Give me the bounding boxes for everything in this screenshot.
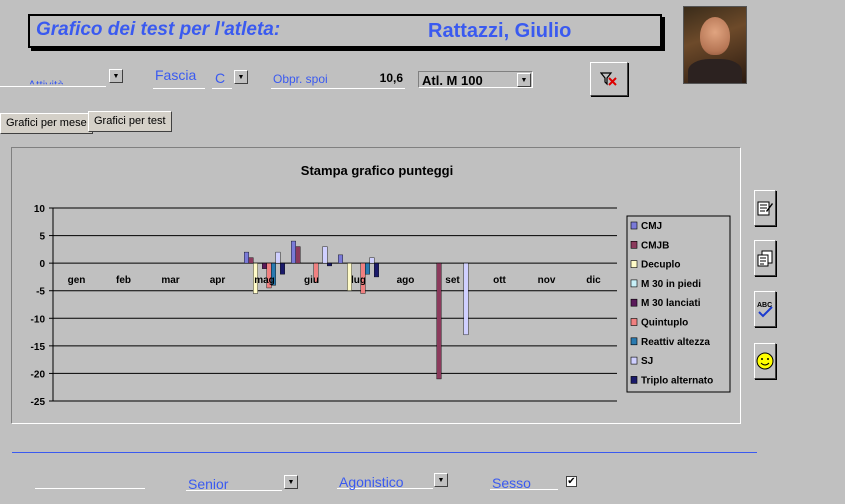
legend-label: CMJ	[641, 221, 662, 232]
spellcheck-icon: ABC	[757, 302, 773, 318]
obpr-label: Obpr. spoi	[273, 72, 328, 86]
edit-doc-icon	[757, 201, 773, 216]
legend-label: Triplo alternato	[641, 375, 713, 386]
fascia-underline	[153, 70, 205, 89]
smiley-button[interactable]	[754, 343, 776, 379]
fascia-value: C	[215, 70, 226, 86]
blank-field[interactable]	[35, 470, 145, 489]
title-box: Grafico dei test per l'atleta: Rattazzi,…	[28, 14, 662, 48]
y-tick-label: -20	[31, 369, 46, 380]
legend-label: M 30 in piedi	[641, 279, 701, 290]
agonistico-select-value: Agonistico	[339, 474, 404, 490]
copy-doc-icon	[757, 250, 773, 267]
bar	[369, 257, 375, 264]
bar	[327, 262, 332, 267]
senior-select-value: Senior	[188, 476, 229, 492]
obpr-value: 10,6	[379, 71, 403, 85]
legend-label: Reattiv altezza	[641, 337, 710, 348]
bar	[248, 257, 254, 264]
tab-grafici-per-mese[interactable]: Grafici per mese	[0, 113, 93, 134]
y-tick-label: 5	[39, 232, 45, 243]
x-tick-label: mag	[254, 275, 275, 286]
bar	[463, 262, 469, 336]
agonistico-dropdown-button[interactable]: ▼	[434, 473, 448, 487]
category-select[interactable]: Atl. M 100 ▼	[418, 71, 533, 88]
x-tick-label: gen	[68, 275, 86, 286]
x-tick-label: ago	[397, 275, 415, 286]
legend-swatch	[630, 356, 638, 365]
legend-swatch	[630, 318, 638, 326]
bar	[365, 262, 370, 275]
x-tick-label: mar	[161, 275, 179, 286]
fascia-select[interactable]: C	[212, 70, 232, 89]
clear-filter-button[interactable]	[590, 62, 628, 96]
x-tick-label: dic	[586, 275, 601, 286]
sesso-checkbox[interactable]: ✔	[566, 476, 577, 487]
legend-swatch	[630, 260, 638, 268]
activity-select[interactable]: Attività	[0, 68, 106, 87]
legend-swatch	[630, 298, 638, 307]
sesso-field: Sesso	[490, 471, 558, 491]
tab-grafici-per-test[interactable]: Grafici per test	[88, 111, 172, 132]
x-tick-label: lug	[351, 275, 366, 286]
bar	[295, 246, 301, 264]
y-tick-label: -10	[31, 314, 46, 325]
chart-frame: Stampa grafico punteggi 10 5 0 -5 -10 -15 -20 -2…	[11, 147, 741, 424]
copy-doc-button[interactable]	[754, 240, 776, 276]
bar	[374, 262, 379, 278]
score-chart: Stampa grafico punteggi 10 5 0 -5 -10 -15 -20 -2…	[31, 163, 731, 408]
legend-swatch	[630, 279, 638, 288]
fascia-dropdown-button[interactable]: ▼	[234, 70, 248, 84]
bar	[338, 254, 343, 264]
y-tick-label: -15	[31, 342, 46, 353]
bar	[244, 251, 249, 264]
x-tick-label: nov	[538, 275, 556, 286]
sesso-label: Sesso	[492, 475, 531, 491]
bar	[291, 240, 296, 264]
chart-title: Stampa grafico punteggi	[301, 163, 453, 178]
bar	[436, 262, 442, 380]
clear-filter-icon	[600, 72, 617, 86]
legend-label: Quintuplo	[641, 318, 688, 329]
athlete-photo	[683, 6, 747, 84]
legend-label: Decuplo	[641, 260, 680, 271]
bar	[280, 262, 285, 275]
legend-swatch	[630, 221, 638, 230]
title-label: Grafico dei test per l'atleta:	[36, 19, 281, 40]
category-dropdown-button[interactable]: ▼	[517, 73, 531, 87]
x-tick-label: feb	[116, 275, 131, 286]
athlete-name: Rattazzi, Giulio	[428, 20, 572, 42]
spellcheck-button[interactable]: ABC	[754, 291, 776, 327]
category-select-value: Atl. M 100	[422, 73, 483, 88]
bar	[275, 251, 281, 264]
y-tick-label: 10	[34, 204, 46, 215]
x-tick-label: giu	[304, 275, 319, 286]
senior-dropdown-button[interactable]: ▼	[284, 475, 298, 489]
agonistico-select[interactable]: Agonistico	[337, 470, 433, 490]
bar	[262, 262, 267, 269]
legend-swatch	[630, 337, 638, 346]
y-tick-label: 0	[39, 259, 45, 270]
legend-label: M 30 lanciati	[641, 298, 701, 309]
x-tick-label: apr	[210, 275, 226, 286]
bar	[322, 246, 328, 264]
x-tick-label: set	[445, 275, 460, 286]
y-tick-label: -5	[36, 287, 45, 298]
edit-doc-button[interactable]	[754, 190, 776, 226]
legend-label: CMJB	[641, 240, 669, 251]
x-tick-label: ott	[493, 275, 506, 286]
separator-line	[12, 452, 757, 453]
obpr-field: Obpr. spoi 10,6	[271, 70, 405, 89]
activity-dropdown-button[interactable]: ▼	[109, 69, 123, 83]
legend-swatch	[630, 376, 638, 384]
legend-swatch	[630, 241, 638, 249]
legend-label: SJ	[641, 356, 653, 367]
activity-select-value: Attività	[28, 78, 65, 92]
smiley-icon	[756, 352, 774, 370]
senior-select[interactable]: Senior	[186, 472, 282, 492]
y-tick-label: -25	[31, 397, 46, 408]
